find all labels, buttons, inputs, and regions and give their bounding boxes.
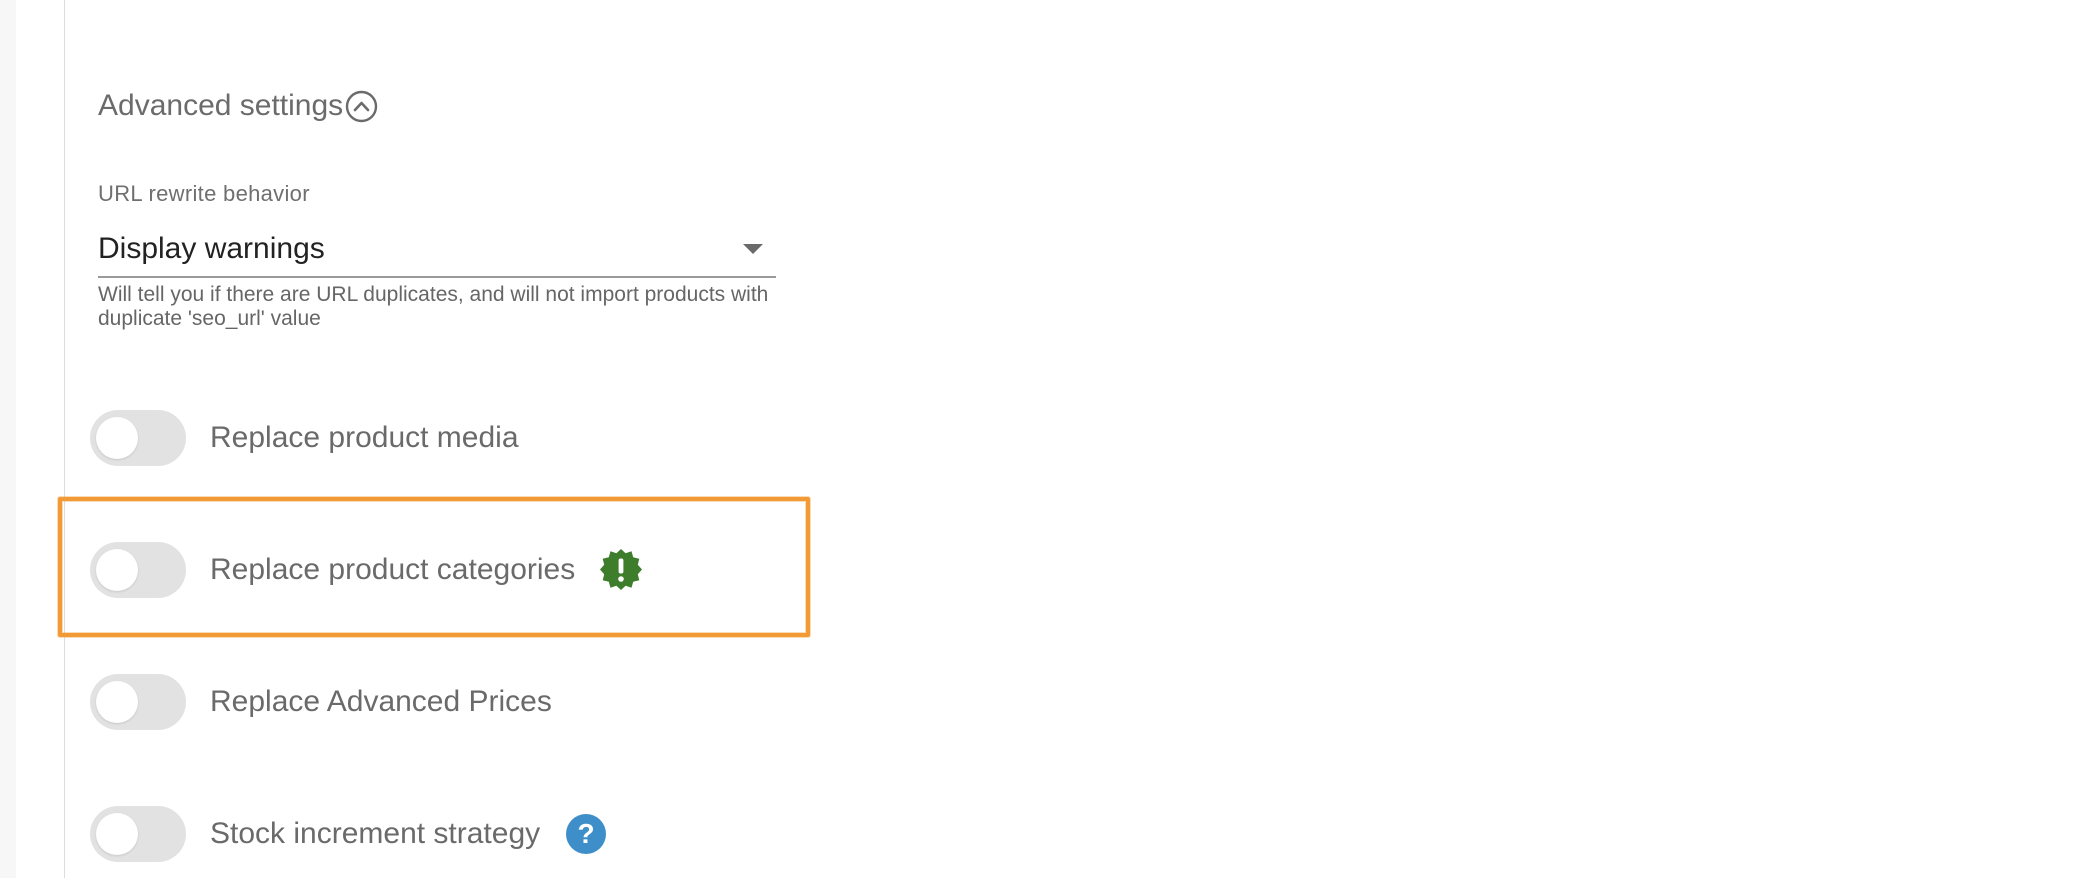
- toggle-label: Replace Advanced Prices: [210, 685, 552, 718]
- replace-product-categories-toggle[interactable]: [90, 542, 186, 598]
- url-rewrite-selected-value: Display warnings: [98, 232, 325, 265]
- toggle-row-replace-product-categories: Replace product categories: [90, 541, 643, 599]
- toggle-knob: [96, 681, 138, 723]
- toggle-row-replace-advanced-prices: Replace Advanced Prices: [90, 673, 552, 731]
- url-rewrite-label: URL rewrite behavior: [98, 181, 310, 206]
- toggle-row-replace-product-media: Replace product media: [90, 409, 519, 467]
- replace-product-media-toggle[interactable]: [90, 410, 186, 466]
- advanced-settings-title: Advanced settings: [98, 89, 344, 122]
- replace-advanced-prices-toggle[interactable]: [90, 674, 186, 730]
- advanced-settings-header[interactable]: Advanced settings: [98, 84, 378, 128]
- toggle-knob: [96, 417, 138, 459]
- left-gutter: [0, 0, 16, 878]
- toggle-label: Replace product categories: [210, 553, 576, 586]
- svg-text:?: ?: [578, 818, 595, 849]
- url-rewrite-select[interactable]: Display warnings: [98, 226, 776, 278]
- url-rewrite-help-text: Will tell you if there are URL duplicate…: [98, 283, 769, 330]
- warning-badge-icon[interactable]: [599, 548, 643, 592]
- section-rail: [64, 0, 65, 878]
- page: Advanced settings URL rewrite behavior D…: [0, 0, 2094, 878]
- toggle-knob: [96, 813, 138, 855]
- toggle-knob: [96, 549, 138, 591]
- stock-increment-strategy-toggle[interactable]: [90, 806, 186, 862]
- toggle-row-stock-increment-strategy: Stock increment strategy ?: [90, 805, 608, 863]
- help-icon[interactable]: ?: [564, 812, 608, 856]
- chevron-down-icon: [743, 244, 763, 254]
- chevron-up-circle-icon[interactable]: [345, 90, 378, 123]
- toggle-label: Replace product media: [210, 421, 519, 454]
- toggle-label: Stock increment strategy: [210, 817, 541, 850]
